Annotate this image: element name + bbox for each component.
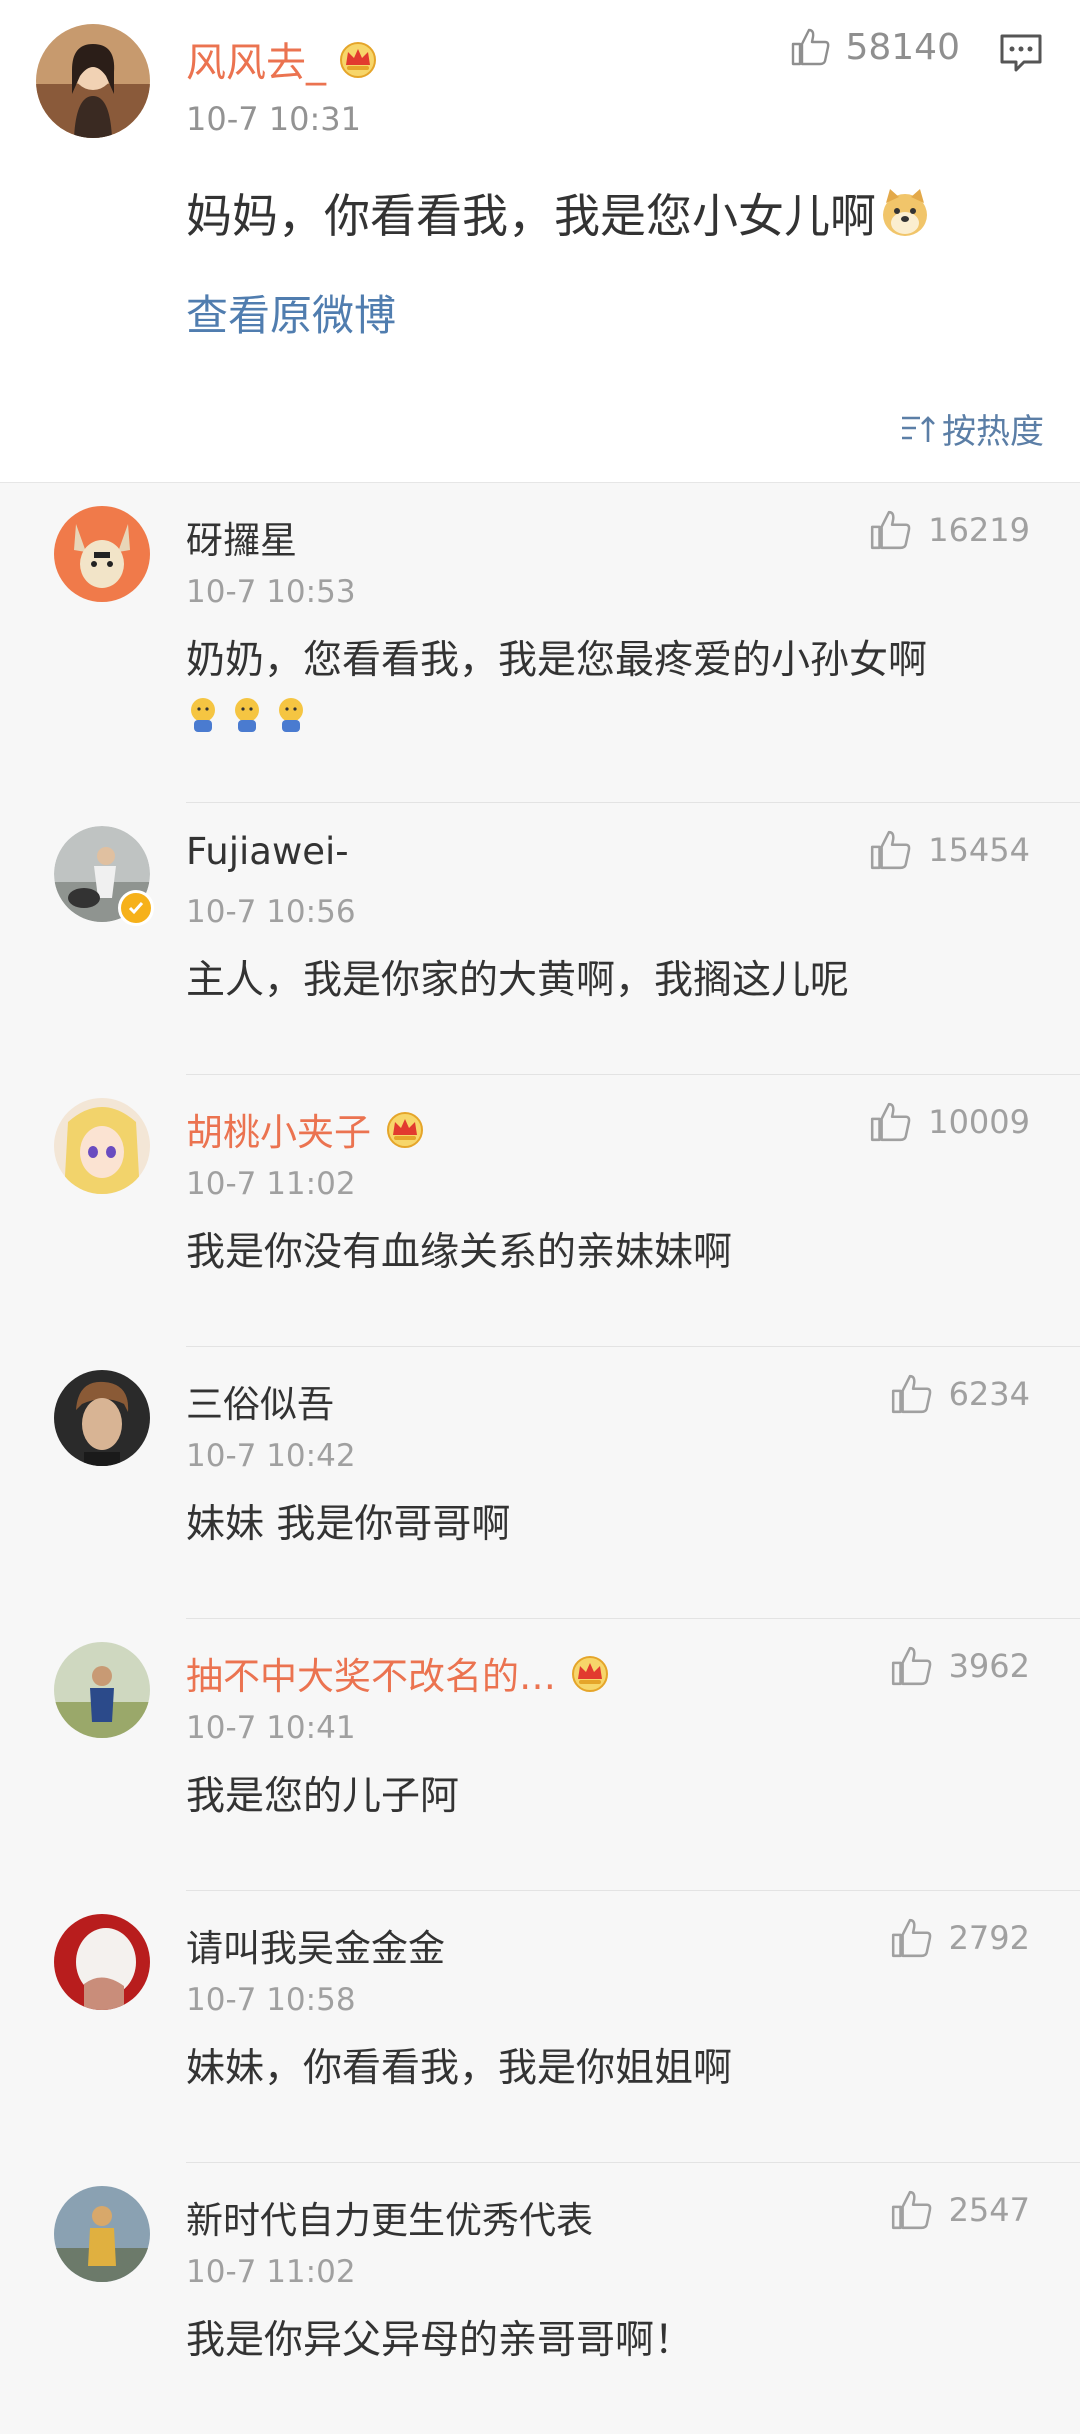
comment-time: 10-7 11:02 — [186, 2254, 356, 2290]
vip-crown-icon — [340, 42, 376, 78]
sad-emoji-icon — [235, 698, 259, 732]
vip-crown-icon — [387, 1112, 423, 1148]
vip-crown-icon — [572, 1656, 608, 1692]
comment-author-name[interactable]: 新时代自力更生优秀代表 — [186, 2190, 593, 2244]
comment-text: 我是你没有血缘关系的亲妹妹啊 — [186, 1230, 733, 1275]
avatar[interactable] — [54, 1914, 150, 2010]
comment-item: 胡桃小夹子 10-7 11:02 10009 我是你没有血缘关系的亲妹妹啊 — [0, 1074, 1080, 1346]
thumbs-up-icon — [891, 2190, 931, 2230]
sort-icon — [902, 415, 935, 442]
comment-item: 三俗似吾 10-7 10:42 6234 妹妹 我是你哥哥啊 — [0, 1346, 1080, 1618]
like-button[interactable]: 58140 — [789, 26, 960, 68]
avatar[interactable] — [54, 506, 150, 602]
thumbs-up-icon — [871, 830, 911, 870]
comment-text: 我是你异父异母的亲哥哥啊！ — [186, 2318, 694, 2363]
comment-text: 妹妹 我是你哥哥啊 — [186, 1502, 511, 1547]
sort-by-hot-toggle[interactable]: 按热度 — [900, 404, 1044, 453]
comment-text: 奶奶，您看看我，我是您最疼爱的小孙女啊 — [186, 632, 927, 732]
like-button[interactable]: 6234 — [889, 1372, 1030, 1416]
thumbs-up-icon — [871, 1102, 911, 1142]
verified-badge-icon — [118, 890, 154, 926]
like-button[interactable]: 16219 — [868, 508, 1030, 552]
original-post-card: 风风去_ 10-7 10:31 58140 妈妈，你看看我，我是您小女儿啊 查看… — [0, 0, 1080, 483]
comment-item: 砑攞星 10-7 10:53 16219 奶奶，您看看我，我是您最疼爱的小孙女啊 — [0, 482, 1080, 754]
like-button[interactable]: 15454 — [868, 828, 1030, 872]
comment-item: 请叫我吴金金金 10-7 10:58 2792 妹妹，你看看我，我是你姐姐啊 — [0, 1890, 1080, 2162]
comment-author-name[interactable]: 砑攞星 — [186, 510, 297, 564]
comment-time: 10-7 10:56 — [186, 894, 356, 930]
emoji-row — [186, 696, 927, 732]
comment-time: 10-7 10:58 — [186, 1982, 356, 2018]
comment-text: 妹妹，你看看我，我是你姐姐啊 — [186, 2046, 733, 2091]
view-original-post-link[interactable]: 查看原微博 — [186, 282, 396, 343]
sad-emoji-icon — [279, 698, 303, 732]
comment-icon[interactable] — [998, 30, 1044, 76]
comment-time: 10-7 11:02 — [186, 1166, 356, 1202]
post-time: 10-7 10:31 — [186, 100, 362, 138]
comment-item: 抽不中大奖不改名的… 10-7 10:41 3962 我是您的儿子阿 — [0, 1618, 1080, 1890]
comment-author-name[interactable]: Fujiawei- — [186, 830, 349, 873]
comment-author-name[interactable]: 胡桃小夹子 — [186, 1102, 427, 1156]
comment-author-name[interactable]: 抽不中大奖不改名的… — [186, 1646, 612, 1700]
sad-emoji-icon — [191, 698, 215, 732]
comment-item: Fujiawei- 10-7 10:56 15454 主人，我是你家的大黄啊，我… — [0, 802, 1080, 1074]
post-text: 妈妈，你看看我，我是您小女儿啊 — [186, 180, 930, 246]
doge-emoji-icon — [883, 189, 927, 236]
comment-text: 我是您的儿子阿 — [186, 1774, 460, 1819]
thumbs-up-icon — [792, 28, 830, 66]
post-author-name[interactable]: 风风去_ — [186, 30, 380, 88]
thumbs-up-icon — [891, 1646, 931, 1686]
avatar[interactable] — [54, 826, 154, 926]
thumbs-up-icon — [891, 1918, 931, 1958]
comment-author-name[interactable]: 请叫我吴金金金 — [186, 1918, 445, 1972]
comment-text: 主人，我是你家的大黄啊，我搁这儿呢 — [186, 958, 850, 1003]
avatar[interactable] — [36, 24, 150, 138]
thumbs-up-icon — [871, 510, 911, 550]
avatar[interactable] — [54, 2186, 150, 2282]
like-button[interactable]: 3962 — [889, 1644, 1030, 1688]
comment-item: 新时代自力更生优秀代表 10-7 11:02 2547 我是你异父异母的亲哥哥啊… — [0, 2162, 1080, 2434]
like-button[interactable]: 2547 — [889, 2188, 1030, 2232]
like-button[interactable]: 10009 — [868, 1100, 1030, 1144]
comment-time: 10-7 10:53 — [186, 574, 356, 610]
avatar[interactable] — [54, 1370, 150, 1466]
thumbs-up-icon — [891, 1374, 931, 1414]
comment-time: 10-7 10:42 — [186, 1438, 356, 1474]
avatar[interactable] — [54, 1642, 150, 1738]
like-button[interactable]: 2792 — [889, 1916, 1030, 1960]
avatar[interactable] — [54, 1098, 150, 1194]
comment-author-name[interactable]: 三俗似吾 — [186, 1374, 334, 1428]
comment-time: 10-7 10:41 — [186, 1710, 356, 1746]
